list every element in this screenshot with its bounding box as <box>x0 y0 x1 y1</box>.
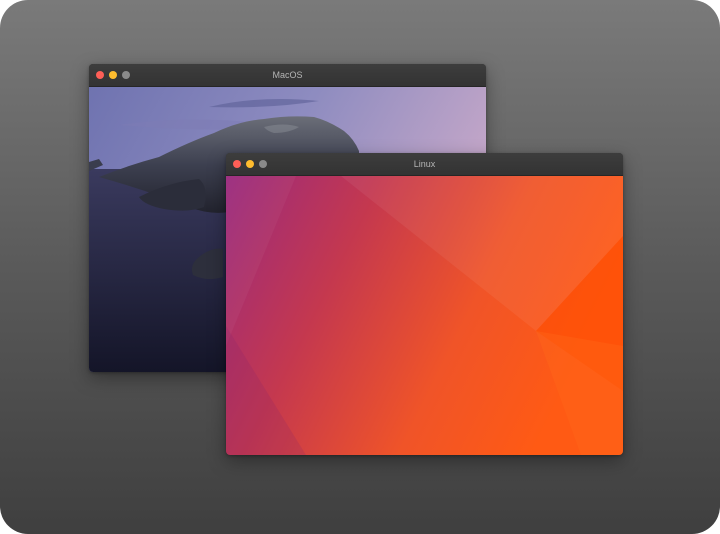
window-title: MacOS <box>272 70 303 80</box>
linux-window[interactable]: Linux <box>226 153 623 455</box>
ubuntu-wallpaper-image <box>226 176 623 455</box>
macos-titlebar[interactable]: MacOS <box>89 64 486 87</box>
desktop-background: MacOS Linux <box>0 0 720 534</box>
linux-titlebar[interactable]: Linux <box>226 153 623 176</box>
window-title: Linux <box>413 159 436 169</box>
linux-wallpaper <box>226 176 623 455</box>
